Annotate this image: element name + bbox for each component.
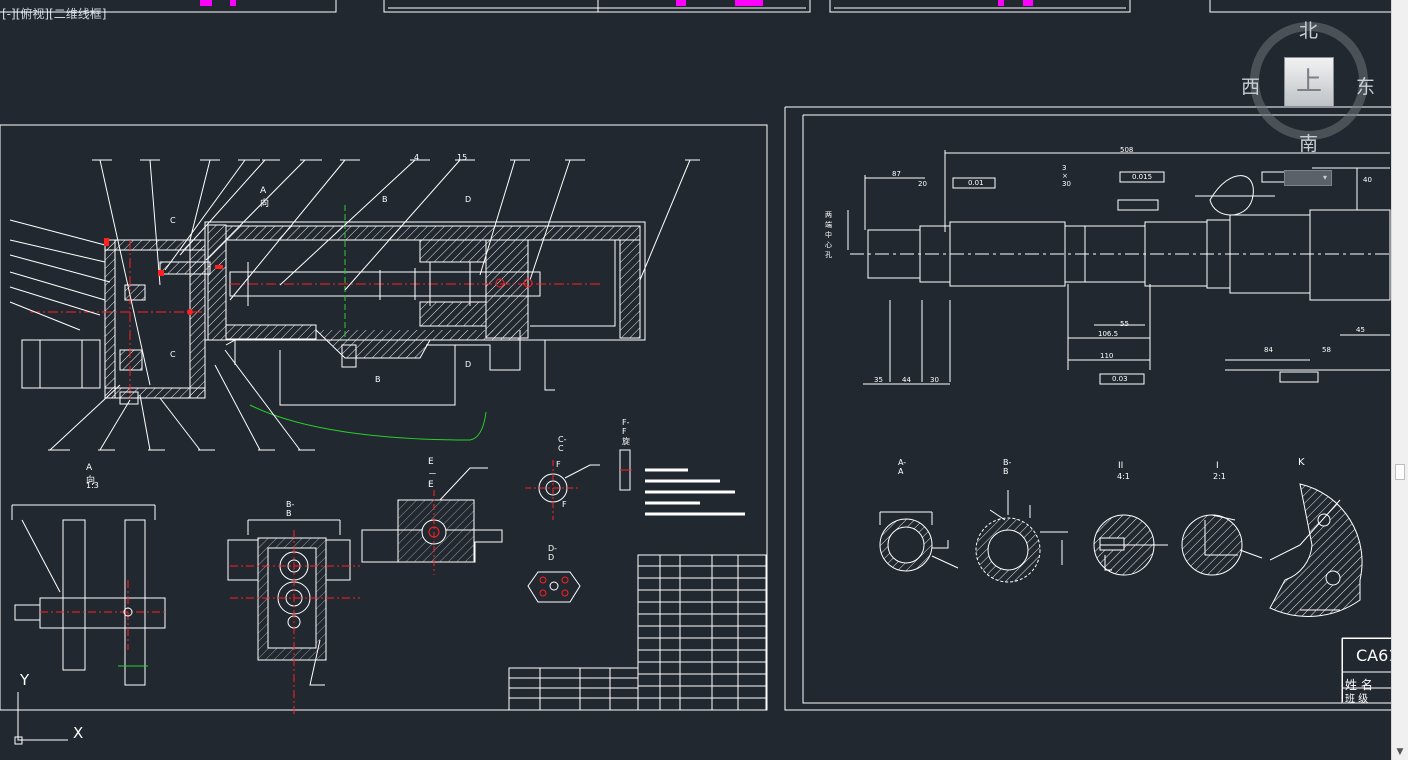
viewcube-south[interactable]: 南 [1299, 129, 1318, 156]
detail-i-circle [1181, 514, 1263, 576]
parts-list-table [508, 554, 767, 711]
top-drawing-strips [0, 0, 1391, 13]
dim-40: 40 [1363, 176, 1372, 184]
drawing-canvas[interactable] [0, 0, 1391, 760]
viewcube-top-face[interactable]: 上 [1284, 57, 1334, 107]
ucs-y-label: Y [20, 671, 30, 689]
dim-3x30: 3 × 30 [1062, 164, 1071, 188]
label-detail-i-scale: 2:1 [1213, 472, 1226, 481]
section-bb-view [227, 519, 360, 715]
dim-30: 30 [930, 376, 939, 384]
vertical-scrollbar[interactable]: ▼ [1391, 0, 1408, 760]
label-b-top: B [382, 195, 388, 204]
label-b-bottom: B [375, 375, 381, 384]
label-detail-ii-scale: 4:1 [1117, 472, 1130, 481]
label-f-top: F [556, 460, 561, 469]
label-view-k: K [1298, 457, 1305, 468]
dim-106-5: 106.5 [1098, 330, 1119, 338]
label-detail-i: I [1216, 461, 1219, 471]
tolerance-0-01: 0.01 [968, 179, 984, 187]
chevron-down-icon: ▾ [1322, 173, 1327, 182]
label-view-a: A向 [260, 186, 270, 209]
dim-55: 55 [1120, 320, 1129, 328]
label-section-aa: A-A [898, 458, 907, 476]
label-c-bottom: C [170, 350, 176, 359]
section-bb-circle [975, 490, 1068, 583]
dim-44: 44 [902, 376, 911, 384]
dim-58: 58 [1322, 346, 1331, 354]
scrollbar-thumb[interactable] [1395, 464, 1405, 480]
note-center-holes: 两端中心孔 [825, 211, 832, 259]
label-section-ee: E－E [428, 457, 438, 490]
label-view-ff: F-F旋 [622, 418, 630, 446]
viewcube-north[interactable]: 北 [1299, 16, 1318, 43]
ucs-icon [14, 692, 68, 745]
tolerance-0-03: 0.03 [1112, 375, 1128, 383]
label-view-a-scale: 1:3 [86, 481, 99, 490]
view-a-detail [11, 504, 166, 686]
ucs-x-label: X [73, 724, 84, 742]
section-aa-circle [879, 511, 959, 572]
dim-87: 87 [892, 170, 901, 178]
detail-ii-circle [1093, 514, 1168, 576]
dim-35: 35 [874, 376, 883, 384]
label-detail-ii: II [1118, 461, 1124, 471]
label-section-bb: B-B [286, 500, 295, 518]
wcs-dropdown[interactable]: ▾ [1284, 170, 1332, 186]
dim-total-length: 508 [1120, 146, 1134, 154]
scroll-down-arrow-icon[interactable]: ▼ [1392, 744, 1408, 760]
technical-notes [645, 468, 745, 516]
viewcube-west[interactable]: 西 [1241, 72, 1260, 99]
view-ff [619, 449, 632, 491]
left-drawing-sheet [0, 124, 768, 715]
viewcube-east[interactable]: 东 [1356, 72, 1375, 99]
view-k-gear-sector [1269, 483, 1363, 617]
label-d-bottom: D [465, 360, 472, 369]
label-4: 4 [414, 153, 420, 162]
label-f-bottom: F [562, 500, 567, 509]
main-assembly-view [9, 159, 700, 451]
section-dd-view [527, 571, 581, 603]
dim-84: 84 [1264, 346, 1273, 354]
section-cc-view [525, 460, 600, 520]
right-drawing-sheet [784, 106, 1391, 711]
cad-model-space[interactable]: [-][俯视][二维线框] A向 C C B B D D 4 15 A向 1:3… [0, 0, 1408, 760]
label-15: 15 [457, 153, 468, 162]
label-d-top: D [465, 195, 472, 204]
dim-20: 20 [918, 180, 927, 188]
dim-110: 110 [1100, 352, 1114, 360]
label-section-cc: C-C [558, 435, 567, 453]
label-section-bb-right: B-B [1003, 458, 1012, 476]
label-section-dd: D-D [548, 544, 558, 562]
title-block-class-label: 班 级 [1345, 694, 1369, 705]
tolerance-0-015: 0.015 [1132, 173, 1153, 181]
dim-45: 45 [1356, 326, 1365, 334]
label-c-top: C [170, 216, 176, 225]
title-block-fragment: CA61 姓 名 班 级 [1342, 638, 1398, 705]
